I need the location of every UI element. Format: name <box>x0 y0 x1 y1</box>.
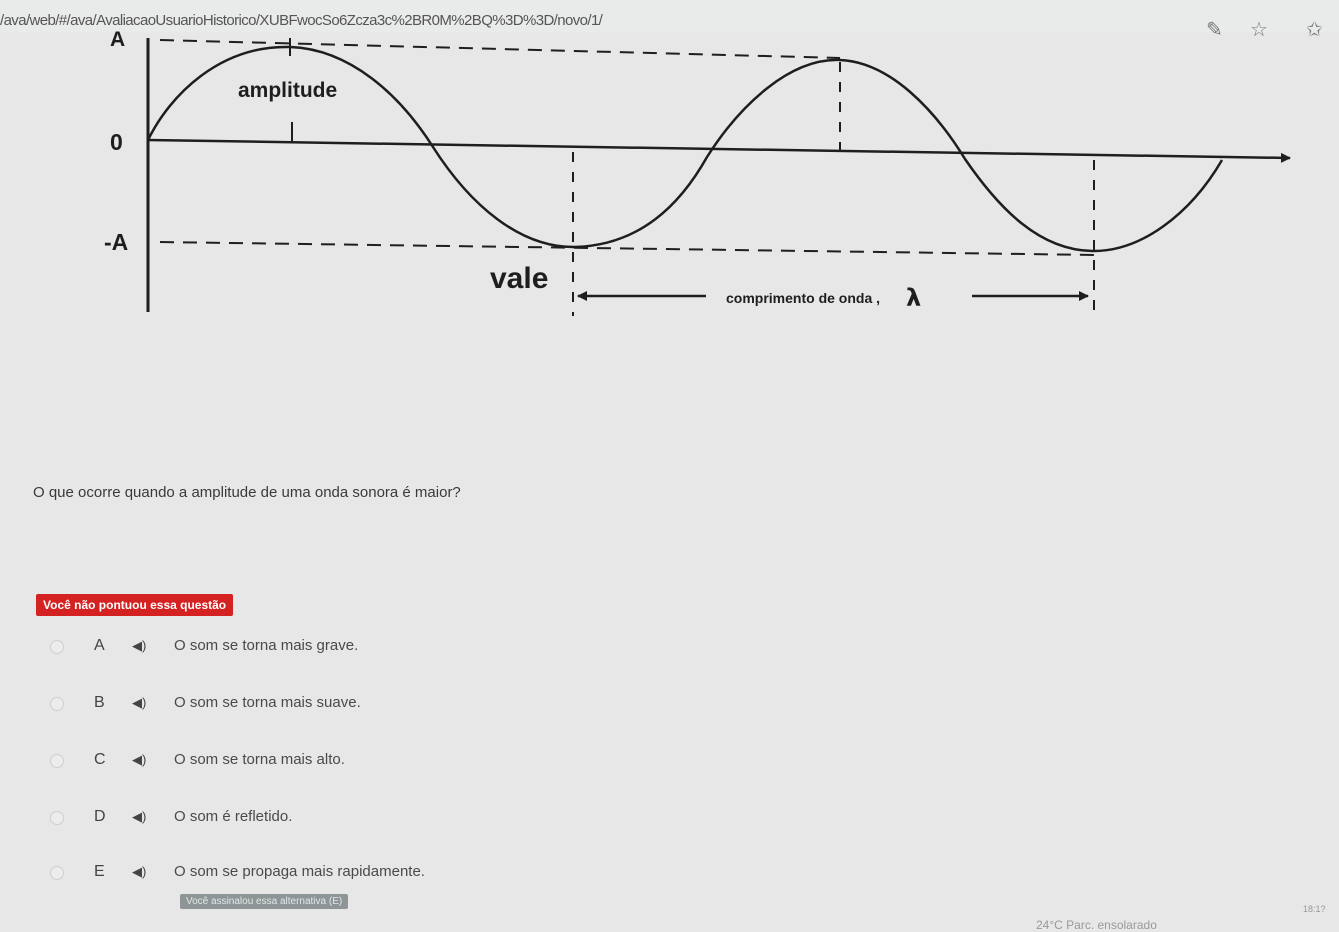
radio-button[interactable] <box>50 697 64 711</box>
speaker-icon[interactable]: ◀) <box>132 638 146 654</box>
question-text: O que ocorre quando a amplitude de uma o… <box>33 484 461 501</box>
option-letter: C <box>94 751 106 768</box>
option-text: O som se torna mais alto. <box>174 751 345 768</box>
option-b[interactable]: B ◀) O som se torna mais suave. <box>50 694 750 716</box>
option-letter: E <box>94 863 105 880</box>
label-vale: vale <box>490 262 548 295</box>
option-e[interactable]: E ◀) O som se propaga mais rapidamente. <box>50 863 750 885</box>
wave-diagram: A 0 -A amplitude vale comprimento de ond… <box>104 28 1291 316</box>
option-letter: A <box>94 637 105 654</box>
selected-answer-tag: Você assinalou essa alternativa (E) <box>180 894 349 909</box>
radio-button[interactable] <box>50 754 64 768</box>
speaker-icon[interactable]: ◀) <box>132 752 146 768</box>
result-badge: Você não pontuou essa questão <box>36 594 234 616</box>
option-text: O som se torna mais grave. <box>174 637 359 654</box>
radio-button[interactable] <box>50 866 64 880</box>
speaker-icon[interactable]: ◀) <box>132 809 146 825</box>
label-minus-A: -A <box>104 229 128 255</box>
label-amplitude: amplitude <box>238 79 337 102</box>
option-text: O som se propaga mais rapidamente. <box>174 863 425 880</box>
option-letter: B <box>94 694 105 711</box>
option-text: O som se torna mais suave. <box>174 694 361 711</box>
label-lambda: λ <box>906 284 921 312</box>
option-text: O som é refletido. <box>174 808 293 825</box>
clock: 18:1? <box>1303 904 1326 914</box>
radio-button[interactable] <box>50 811 64 825</box>
weather-widget[interactable]: 24°C Parc. ensolarado <box>1036 918 1157 932</box>
speaker-icon[interactable]: ◀) <box>132 864 146 880</box>
label-wavelength: comprimento de onda , <box>726 290 880 306</box>
radio-button[interactable] <box>50 640 64 654</box>
option-c[interactable]: C ◀) O som se torna mais alto. <box>50 751 750 773</box>
option-a[interactable]: A ◀) O som se torna mais grave. <box>50 637 750 659</box>
horizontal-axis <box>147 138 1291 163</box>
trough-dashed-line <box>159 241 1096 256</box>
option-letter: D <box>94 808 106 825</box>
label-zero: 0 <box>110 129 123 155</box>
option-d[interactable]: D ◀) O som é refletido. <box>50 808 750 830</box>
label-A: A <box>110 28 125 51</box>
speaker-icon[interactable]: ◀) <box>132 695 146 711</box>
